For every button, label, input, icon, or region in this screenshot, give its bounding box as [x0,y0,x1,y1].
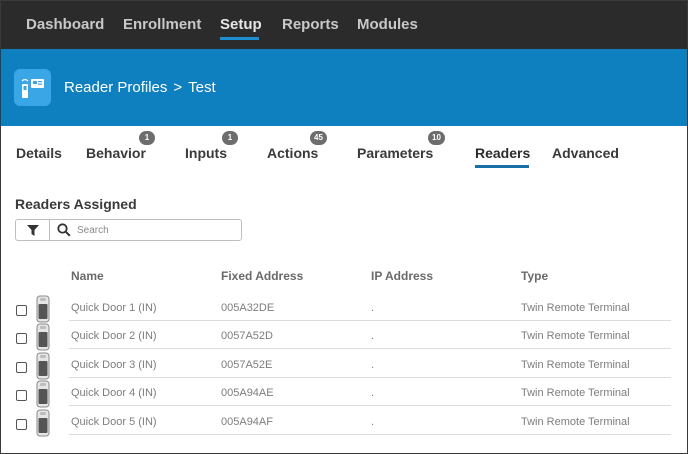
tab-inputs[interactable]: Inputs [185,145,227,161]
cell-fixed-address: 0057A52E [221,359,273,371]
table-row[interactable]: Quick Door 3 (IN) 0057A52E . Twin Remote… [1,352,687,384]
reader-profile-icon [14,69,51,106]
tab-actions-badge: 45 [310,131,327,145]
breadcrumb-separator: > [173,79,183,96]
cell-type: Twin Remote Terminal [521,302,630,314]
filter-button[interactable] [16,220,50,240]
table-row[interactable]: Quick Door 2 (IN) 0057A52D . Twin Remote… [1,323,687,355]
cell-type: Twin Remote Terminal [521,330,630,342]
cell-ip-address: . [371,387,375,399]
search-icon [57,223,71,237]
cell-ip-address: . [371,359,375,371]
breadcrumb-current: Test [188,79,216,96]
reader-device-icon [36,295,50,323]
row-divider [69,434,671,435]
filter-icon [27,225,39,236]
tab-readers[interactable]: Readers [475,145,530,161]
page-header: Reader Profiles > Test [1,49,687,126]
reader-device-icon [36,409,50,437]
cell-ip-address: . [371,416,375,428]
cell-type: Twin Remote Terminal [521,359,630,371]
column-header-type[interactable]: Type [521,269,548,283]
search-bar [15,219,242,241]
tab-actions[interactable]: Actions [267,145,318,161]
column-header-fixed-address[interactable]: Fixed Address [221,269,303,283]
nav-dashboard[interactable]: Dashboard [26,16,104,33]
cell-name: Quick Door 2 (IN) [71,330,157,342]
table-row[interactable]: Quick Door 1 (IN) 005A32DE . Twin Remote… [1,295,687,327]
cell-fixed-address: 005A32DE [221,302,275,314]
cell-name: Quick Door 1 (IN) [71,302,157,314]
table-row[interactable]: Quick Door 5 (IN) 005A94AF . Twin Remote… [1,409,687,441]
row-checkbox[interactable] [16,362,27,373]
column-header-ip-address[interactable]: IP Address [371,269,433,283]
nav-reports[interactable]: Reports [282,16,339,33]
cell-name: Quick Door 4 (IN) [71,387,157,399]
reader-device-icon [36,380,50,408]
table-row[interactable]: Quick Door 4 (IN) 005A94AE . Twin Remote… [1,380,687,412]
tab-behavior-badge: 1 [139,131,155,145]
cell-type: Twin Remote Terminal [521,387,630,399]
tab-parameters[interactable]: Parameters [357,145,433,161]
tab-inputs-badge: 1 [222,131,238,145]
app-window: Dashboard Enrollment Setup Reports Modul… [0,0,688,454]
cell-type: Twin Remote Terminal [521,416,630,428]
row-checkbox[interactable] [16,305,27,316]
breadcrumb-parent[interactable]: Reader Profiles [64,79,167,96]
row-divider [69,377,671,378]
row-checkbox[interactable] [16,333,27,344]
cell-fixed-address: 0057A52D [221,330,273,342]
reader-device-icon [36,323,50,351]
nav-modules[interactable]: Modules [357,16,418,33]
breadcrumb: Reader Profiles > Test [64,79,216,96]
row-divider [69,320,671,321]
tab-parameters-badge: 10 [428,131,445,145]
row-checkbox[interactable] [16,390,27,401]
cell-fixed-address: 005A94AE [221,387,274,399]
cell-ip-address: . [371,330,375,342]
nav-setup[interactable]: Setup [220,16,262,33]
nav-enrollment[interactable]: Enrollment [123,16,201,33]
cell-fixed-address: 005A94AF [221,416,273,428]
search-input[interactable] [77,222,237,238]
row-divider [69,348,671,349]
section-title: Readers Assigned [15,196,137,212]
tab-advanced[interactable]: Advanced [552,145,619,161]
row-divider [69,405,671,406]
cell-name: Quick Door 5 (IN) [71,416,157,428]
top-nav: Dashboard Enrollment Setup Reports Modul… [1,1,687,49]
cell-ip-address: . [371,302,375,314]
tab-behavior[interactable]: Behavior [86,145,146,161]
nav-active-indicator [220,37,259,40]
tab-details[interactable]: Details [16,145,62,161]
row-checkbox[interactable] [16,419,27,430]
reader-device-icon [36,352,50,380]
tab-active-indicator [475,165,529,168]
column-header-name[interactable]: Name [71,269,104,283]
cell-name: Quick Door 3 (IN) [71,359,157,371]
